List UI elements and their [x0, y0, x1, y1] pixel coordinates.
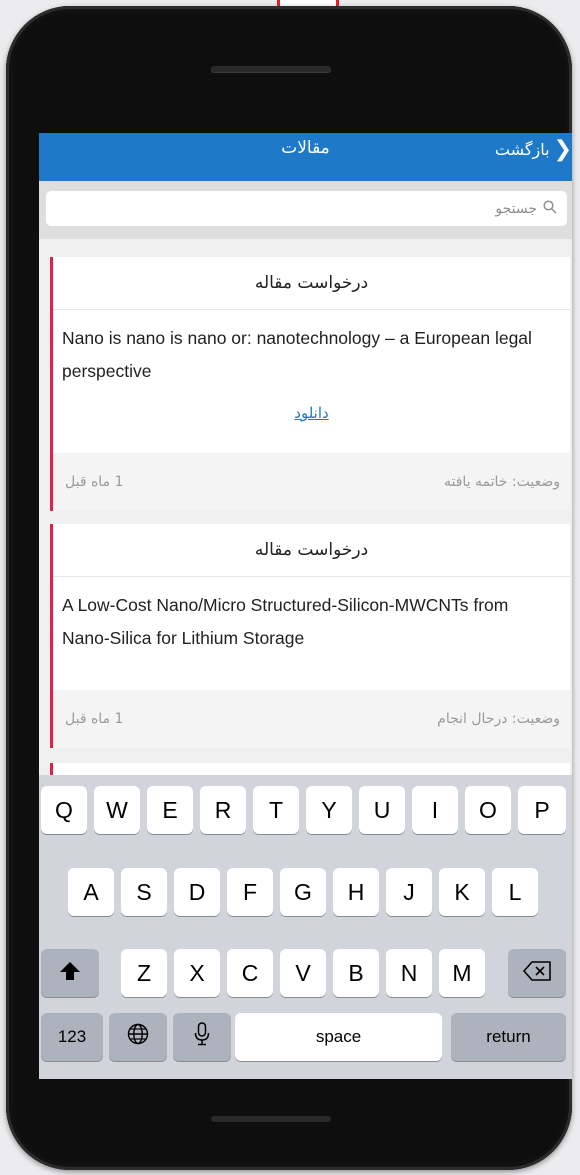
key-g[interactable]: G — [280, 868, 326, 916]
key-q[interactable]: Q — [41, 786, 87, 834]
article-title: Nano is nano is nano or: nanotechnology … — [62, 328, 532, 381]
key-k[interactable]: K — [439, 868, 485, 916]
phone-frame: مقالات ❮ بازگشت جستجو درخواست مقاله Nano… — [6, 6, 572, 1170]
card-footer: وضعیت: خاتمه یافته 1 ماه قبل — [53, 453, 570, 511]
key-d[interactable]: D — [174, 868, 220, 916]
card-header: درخواست مقاله — [53, 257, 570, 310]
key-u[interactable]: U — [359, 786, 405, 834]
card-footer: وضعیت: درحال انجام 1 ماه قبل — [53, 690, 570, 748]
key-v[interactable]: V — [280, 949, 326, 997]
key-f[interactable]: F — [227, 868, 273, 916]
key-p[interactable]: P — [518, 786, 566, 834]
back-label: بازگشت — [494, 139, 550, 159]
numbers-key[interactable]: 123 — [41, 1013, 103, 1061]
space-key[interactable]: space — [235, 1013, 442, 1061]
globe-key[interactable] — [109, 1013, 167, 1061]
search-input[interactable]: جستجو — [46, 191, 567, 226]
on-screen-keyboard: Q W E R T Y U I O P A S D F G H J K L Z … — [39, 775, 572, 1079]
key-w[interactable]: W — [94, 786, 140, 834]
timestamp: 1 ماه قبل — [65, 474, 124, 490]
app-screen: مقالات ❮ بازگشت جستجو درخواست مقاله Nano… — [39, 133, 572, 1079]
status-text: وضعیت: درحال انجام — [437, 711, 560, 727]
search-placeholder: جستجو — [495, 200, 537, 217]
back-chevron-icon: ❮ — [553, 136, 572, 162]
key-h[interactable]: H — [333, 868, 379, 916]
key-c[interactable]: C — [227, 949, 273, 997]
key-o[interactable]: O — [465, 786, 511, 834]
globe-icon — [127, 1023, 149, 1051]
key-n[interactable]: N — [386, 949, 432, 997]
search-icon — [543, 199, 557, 218]
phone-home-bar — [211, 1116, 331, 1122]
download-link[interactable]: دانلود — [53, 404, 570, 422]
page-title: مقالات — [281, 138, 330, 158]
key-y[interactable]: Y — [306, 786, 352, 834]
microphone-icon — [194, 1022, 210, 1052]
shift-icon — [59, 960, 81, 987]
backspace-icon — [523, 960, 551, 987]
nav-bar: مقالات ❮ بازگشت — [39, 133, 572, 181]
article-title: A Low-Cost Nano/Micro Structured-Silicon… — [62, 595, 509, 648]
key-l[interactable]: L — [492, 868, 538, 916]
back-button[interactable]: ❮ بازگشت — [495, 133, 572, 165]
key-s[interactable]: S — [121, 868, 167, 916]
key-m[interactable]: M — [439, 949, 485, 997]
backspace-key[interactable] — [508, 949, 566, 997]
article-card[interactable]: درخواست مقاله A Low-Cost Nano/Micro Stru… — [50, 524, 570, 748]
key-r[interactable]: R — [200, 786, 246, 834]
key-i[interactable]: I — [412, 786, 458, 834]
dictation-key[interactable] — [173, 1013, 231, 1061]
timestamp: 1 ماه قبل — [65, 711, 124, 727]
key-x[interactable]: X — [174, 949, 220, 997]
key-j[interactable]: J — [386, 868, 432, 916]
key-z[interactable]: Z — [121, 949, 167, 997]
status-text: وضعیت: خاتمه یافته — [444, 474, 560, 490]
article-card[interactable]: درخواست مقاله Nano is nano is nano or: n… — [50, 257, 570, 511]
return-key[interactable]: return — [451, 1013, 566, 1061]
shift-key[interactable] — [41, 949, 99, 997]
key-b[interactable]: B — [333, 949, 379, 997]
phone-speaker — [211, 66, 331, 72]
key-t[interactable]: T — [253, 786, 299, 834]
search-bar: جستجو — [39, 181, 572, 239]
key-a[interactable]: A — [68, 868, 114, 916]
card-header: درخواست مقاله — [53, 524, 570, 577]
key-e[interactable]: E — [147, 786, 193, 834]
